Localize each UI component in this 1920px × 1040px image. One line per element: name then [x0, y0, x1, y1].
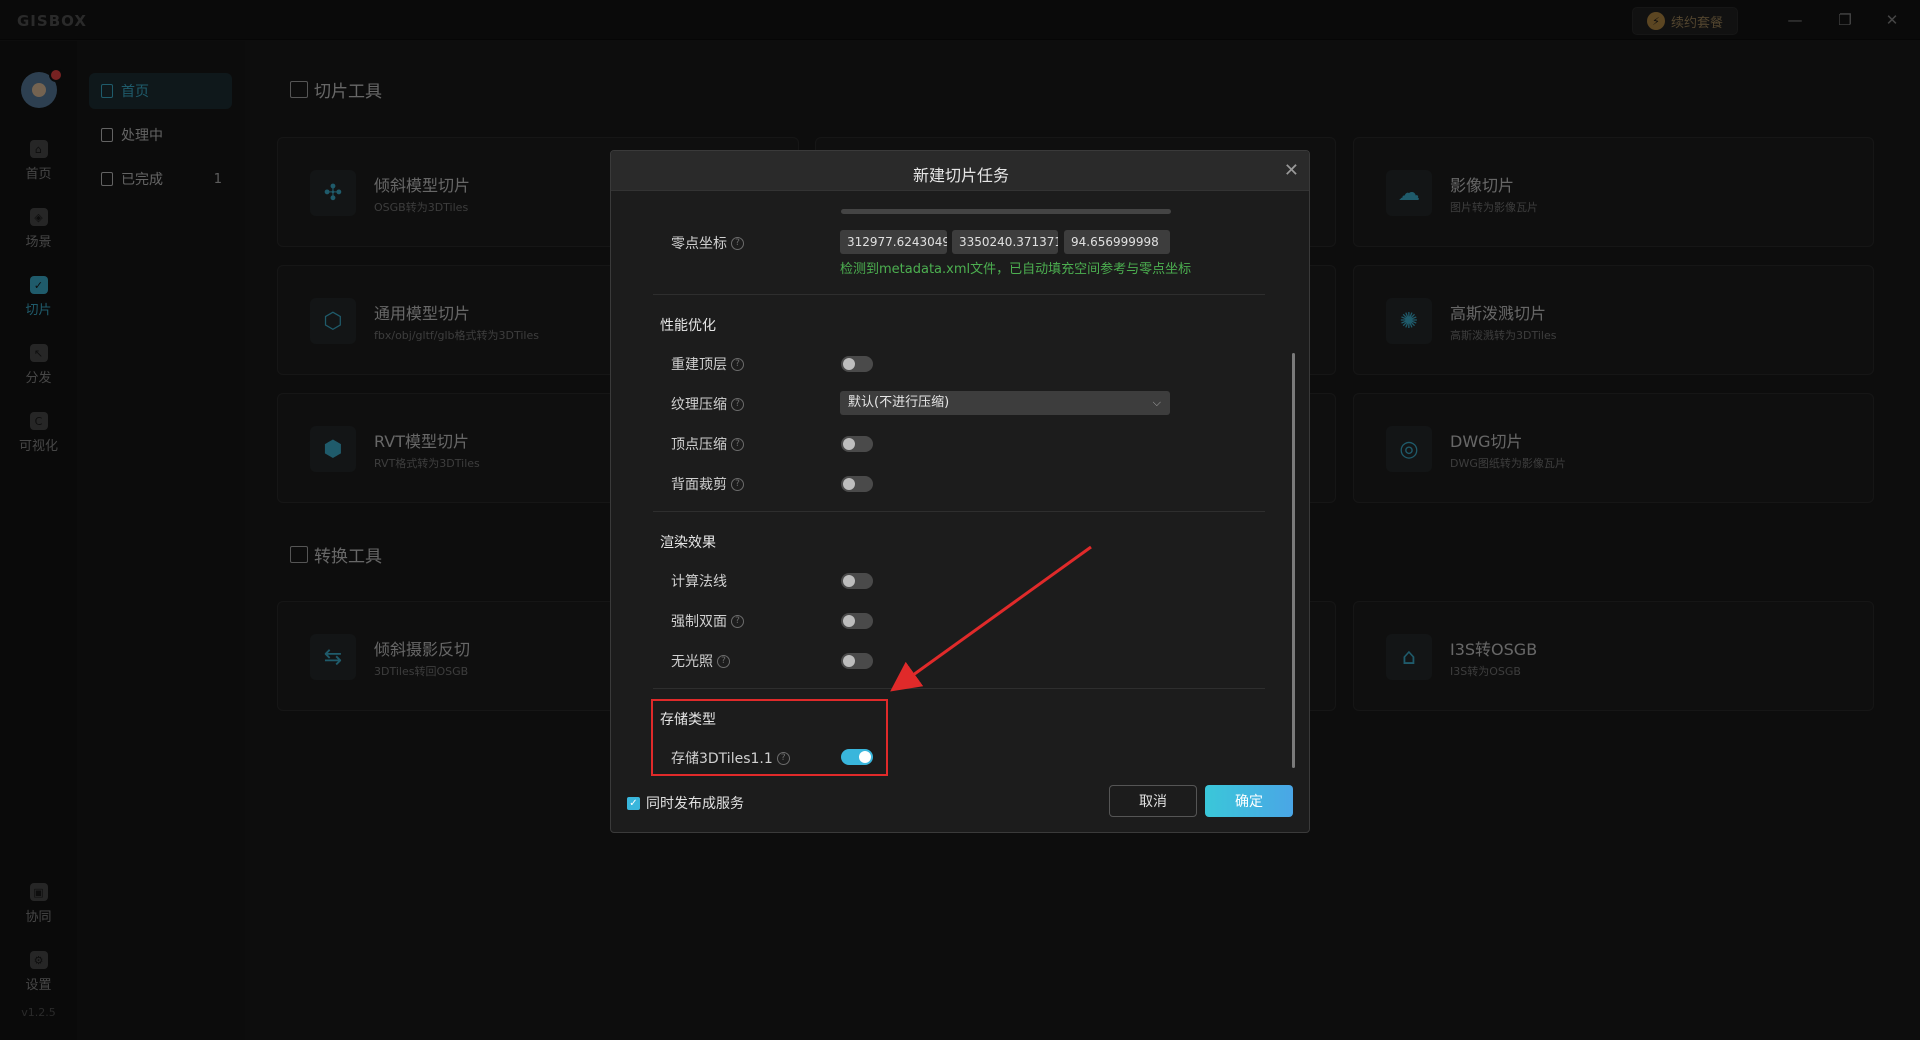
texture-compress-label: 纹理压缩 ? — [671, 394, 744, 414]
help-icon[interactable]: ? — [717, 654, 730, 668]
no-lighting-toggle[interactable] — [841, 653, 873, 669]
divider — [653, 294, 1265, 295]
help-icon[interactable]: ? — [731, 397, 744, 411]
divider — [653, 688, 1265, 689]
calc-normal-toggle[interactable] — [841, 573, 873, 589]
texture-compress-select[interactable]: 默认(不进行压缩) ⌵ — [840, 391, 1170, 415]
backface-cull-toggle[interactable] — [841, 476, 873, 492]
chevron-down-icon: ⌵ — [1152, 396, 1161, 409]
publish-service-checkbox[interactable]: ✓ 同时发布成服务 — [627, 793, 744, 813]
double-sided-label: 强制双面 ? — [671, 611, 744, 631]
help-icon[interactable]: ? — [731, 236, 744, 250]
double-sided-text: 强制双面 — [671, 614, 727, 630]
backface-cull-label: 背面裁剪 ? — [671, 474, 744, 494]
dialog-header: 新建切片任务 ✕ — [611, 151, 1309, 191]
perf-group-label: 性能优化 — [660, 318, 716, 334]
origin-coord-text: 零点坐标 — [671, 236, 727, 252]
help-icon[interactable]: ? — [731, 357, 744, 371]
new-slice-task-dialog: 新建切片任务 ✕ 零点坐标 ? 312977.6243049 3350240.3… — [610, 150, 1310, 833]
dialog-title: 新建切片任务 — [912, 166, 1009, 185]
origin-z-input[interactable]: 94.656999998 — [1064, 230, 1170, 254]
cancel-button[interactable]: 取消 — [1109, 785, 1197, 817]
no-lighting-text: 无光照 — [671, 654, 713, 670]
origin-x-input[interactable]: 312977.6243049 — [840, 230, 947, 254]
rebuild-top-label: 重建顶层 ? — [671, 354, 744, 374]
vertex-compress-toggle[interactable] — [841, 436, 873, 452]
close-icon[interactable]: ✕ — [1284, 160, 1299, 181]
help-icon[interactable]: ? — [731, 477, 744, 491]
no-lighting-label: 无光照 ? — [671, 651, 730, 671]
backface-cull-text: 背面裁剪 — [671, 477, 727, 493]
vertex-compress-label: 顶点压缩 ? — [671, 434, 744, 454]
confirm-button[interactable]: 确定 — [1205, 785, 1293, 817]
metadata-hint: 检测到metadata.xml文件，已自动填充空间参考与零点坐标 — [840, 262, 1192, 277]
origin-y-input[interactable]: 3350240.371371 — [952, 230, 1058, 254]
origin-coord-label: 零点坐标 ? — [671, 233, 744, 253]
check-icon: ✓ — [627, 796, 640, 810]
vertical-scrollbar[interactable] — [1292, 353, 1295, 768]
texture-compress-text: 纹理压缩 — [671, 397, 727, 413]
rebuild-top-text: 重建顶层 — [671, 357, 727, 373]
calc-normal-text: 计算法线 — [671, 574, 727, 590]
help-icon[interactable]: ? — [731, 437, 744, 451]
help-icon[interactable]: ? — [731, 614, 744, 628]
rebuild-top-toggle[interactable] — [841, 356, 873, 372]
annotation-highlight-box — [651, 699, 888, 776]
vertex-compress-text: 顶点压缩 — [671, 437, 727, 453]
render-group-label: 渲染效果 — [660, 535, 716, 551]
double-sided-toggle[interactable] — [841, 613, 873, 629]
publish-service-label: 同时发布成服务 — [646, 796, 744, 812]
texture-compress-value: 默认(不进行压缩) — [848, 395, 950, 410]
calc-normal-label: 计算法线 — [671, 571, 727, 591]
horizontal-scroll-remnant — [841, 209, 1171, 214]
divider — [653, 511, 1265, 512]
